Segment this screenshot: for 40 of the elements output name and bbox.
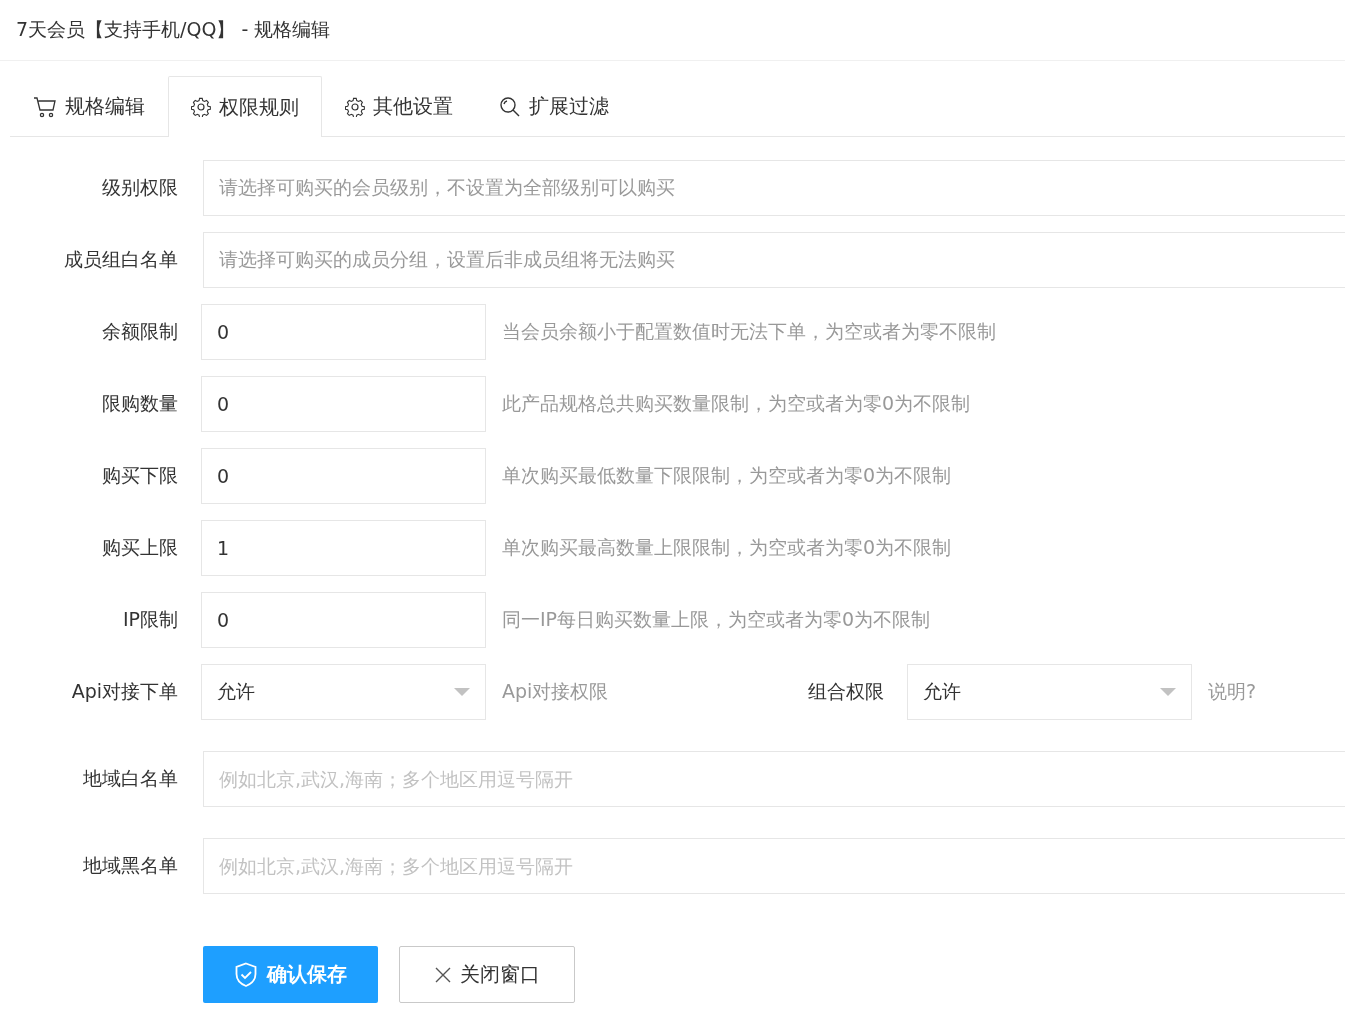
- field-label: 成员组白名单: [63, 247, 178, 272]
- hint-text: 当会员余额小于配置数值时无法下单，为空或者为零不限制: [502, 319, 996, 344]
- cart-icon: [33, 95, 57, 118]
- field-label: 限购数量: [101, 391, 178, 416]
- hint-text: Api对接权限: [502, 679, 610, 704]
- field-label: 地域黑名单: [82, 853, 178, 878]
- input-field[interactable]: 1: [201, 520, 486, 576]
- field-label: 组合权限: [808, 679, 884, 704]
- input-field[interactable]: 0: [201, 592, 486, 648]
- close-icon: [434, 966, 451, 983]
- close-button[interactable]: 关闭窗口: [399, 946, 575, 1003]
- search-icon: [499, 95, 521, 118]
- input-field[interactable]: 0: [201, 376, 486, 432]
- field-label: 购买上限: [101, 535, 178, 560]
- caret-icon: [454, 688, 470, 696]
- field-label: 地域白名单: [82, 766, 178, 791]
- input-field[interactable]: 例如北京,武汉,海南；多个地区用逗号隔开: [203, 751, 1345, 807]
- tab[interactable]: 规格编辑: [10, 76, 168, 136]
- hint-text: 单次购买最高数量上限限制，为空或者为零0为不限制: [502, 535, 952, 560]
- field-label: 余额限制: [101, 319, 178, 344]
- caret-icon: [1160, 688, 1176, 696]
- hint-text: 单次购买最低数量下限限制，为空或者为零0为不限制: [502, 463, 952, 488]
- gear-icon: [345, 96, 365, 117]
- shield-check-icon: [234, 961, 258, 988]
- hint-text: 同一IP每日购买数量上限，为空或者为零0为不限制: [502, 607, 931, 632]
- select-field[interactable]: 允许: [907, 664, 1192, 720]
- field-label: 级别权限: [101, 175, 178, 200]
- gear-icon: [191, 97, 211, 117]
- tab[interactable]: 扩展过滤: [476, 76, 632, 136]
- field-label: 购买下限: [101, 463, 178, 488]
- input-field[interactable]: 0: [201, 304, 486, 360]
- select-field[interactable]: 允许: [201, 664, 486, 720]
- hint-text: 此产品规格总共购买数量限制，为空或者为零0为不限制: [502, 391, 971, 416]
- input-field[interactable]: 例如北京,武汉,海南；多个地区用逗号隔开: [203, 838, 1345, 894]
- window-title: 7天会员【支持手机/QQ】 - 规格编辑: [16, 17, 331, 42]
- tab[interactable]: 其他设置: [322, 76, 476, 136]
- field-label: IP限制: [121, 607, 178, 632]
- field-label: Api对接下单: [70, 679, 178, 704]
- input-field[interactable]: 0: [201, 448, 486, 504]
- tab[interactable]: 权限规则: [168, 76, 322, 137]
